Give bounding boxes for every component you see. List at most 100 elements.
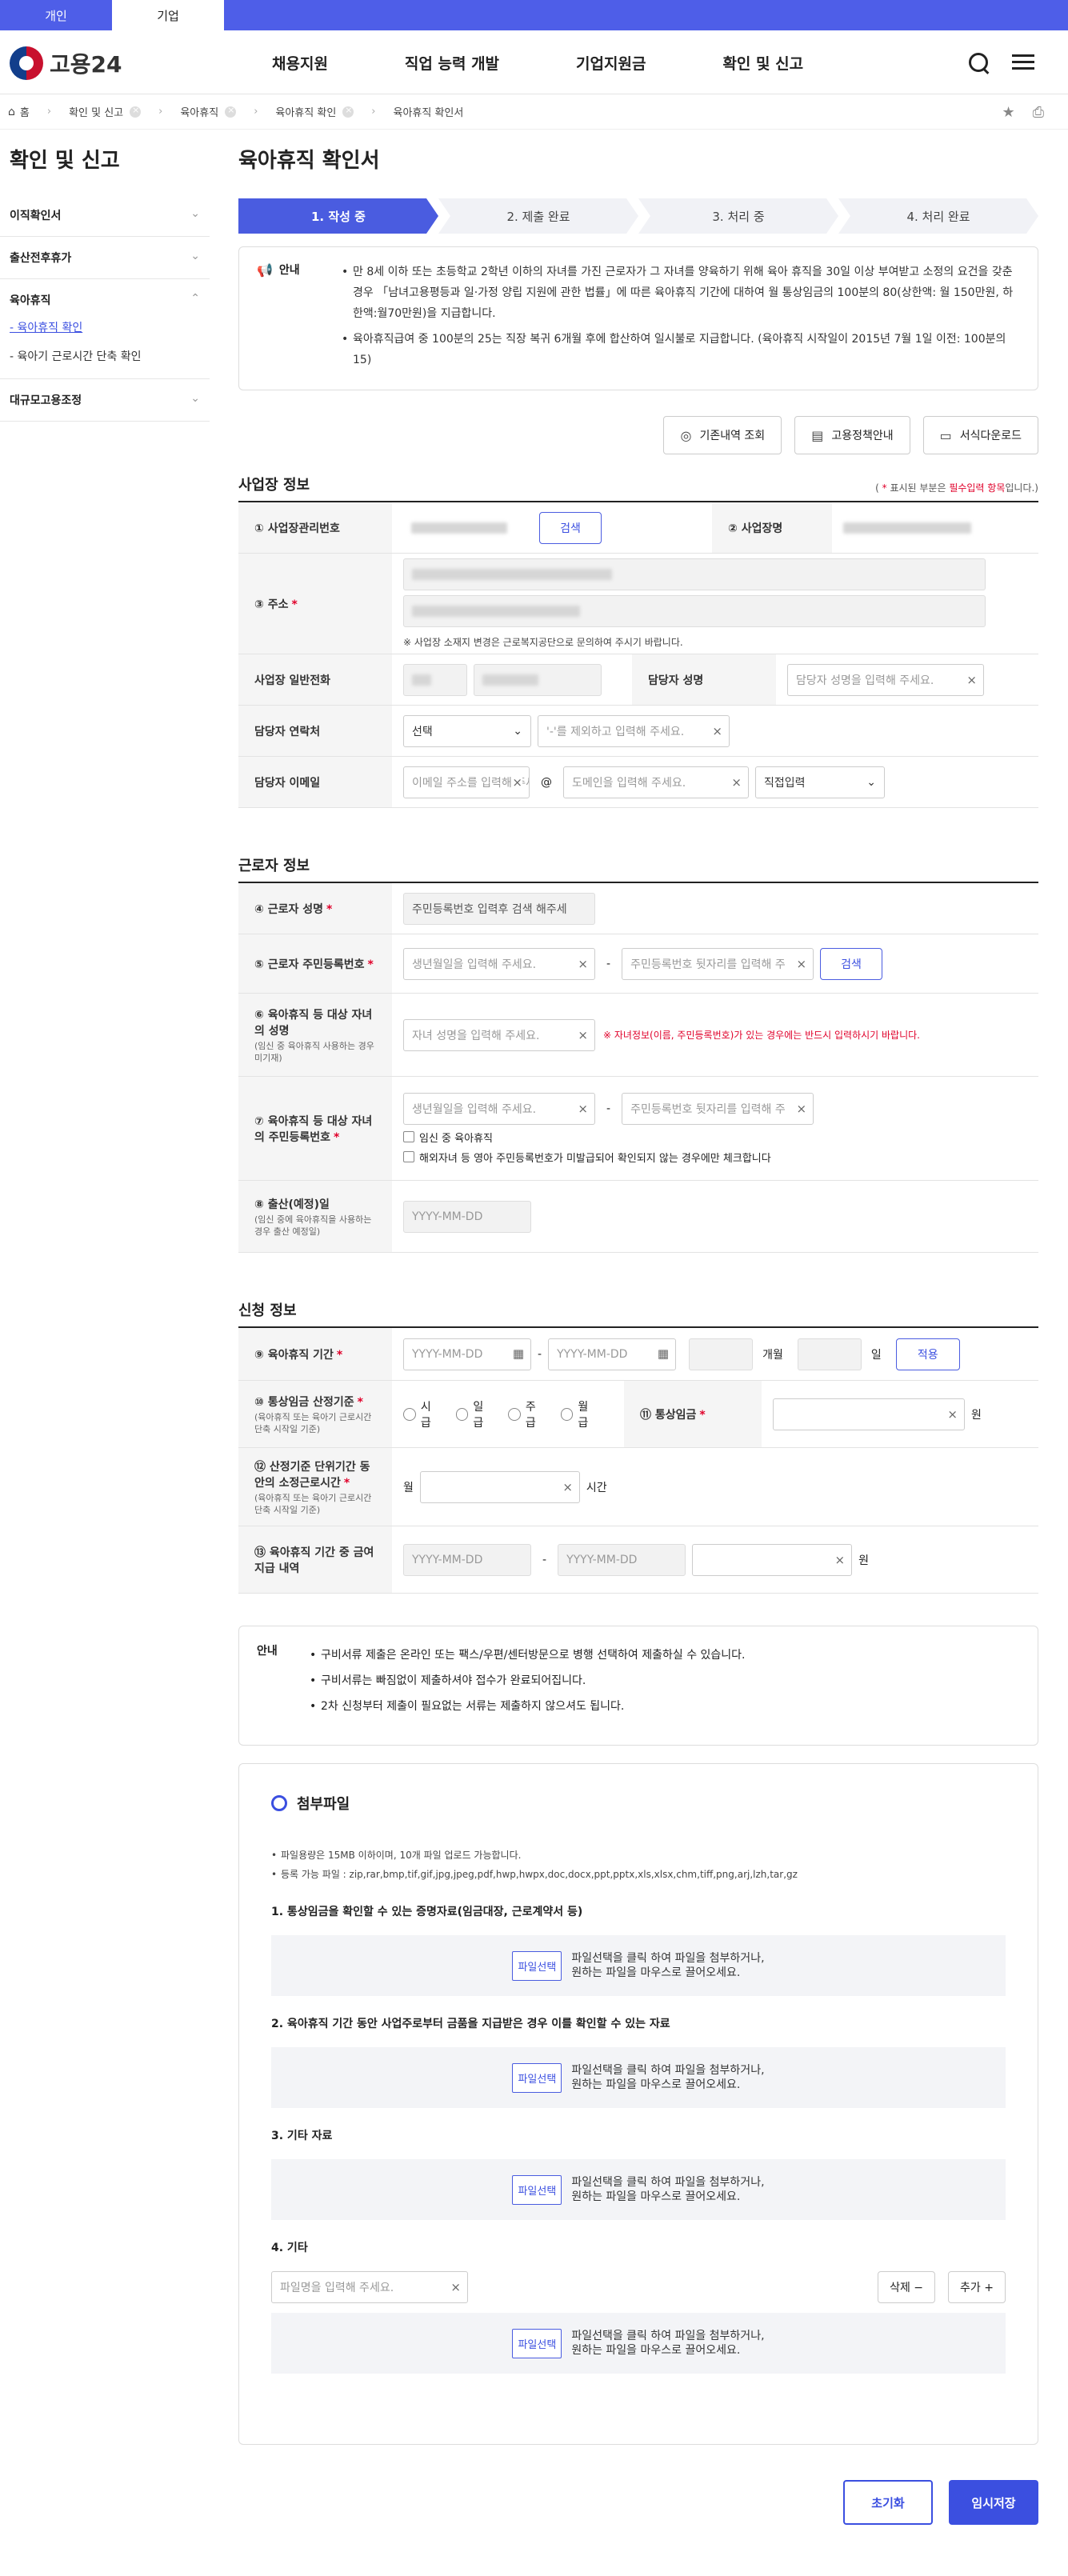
- breadcrumb-item[interactable]: 육아휴직 확인: [275, 104, 354, 119]
- logo-text: 고용24: [50, 51, 122, 78]
- person-search-icon: ◎: [680, 427, 692, 443]
- label-work-hours: ⑫ 산정기준 단위기간 동안의 소정근로시간 * (육아휴직 또는 육아기 근로시간…: [238, 1448, 392, 1526]
- search-icon[interactable]: [966, 50, 991, 75]
- file-dropzone[interactable]: 파일선택 파일선택을 클릭 하여 파일을 첨부하거나, 원하는 파일을 마우스로 …: [271, 1935, 1006, 1996]
- label-wage: ⑪ 통상임금 *: [624, 1381, 762, 1447]
- pregnancy-checkbox[interactable]: 임신 중 육아휴직: [403, 1130, 493, 1145]
- document-notice: 안내 구비서류 제출은 온라인 또는 팩스/우편/센터방문으로 병행 선택하여 …: [238, 1626, 1038, 1746]
- file-select-button[interactable]: 파일선택: [512, 2328, 562, 2358]
- email-domain-select[interactable]: 직접입력 ⌄: [755, 766, 885, 798]
- label-worker-name: ④ 근로자 성명 *: [238, 883, 392, 934]
- sidebar-title: 확인 및 신고: [10, 149, 120, 173]
- overseas-child-checkbox[interactable]: 해외자녀 등 영아 주민등록번호가 미발급되어 확인되지 않는 경우에만 체크합…: [403, 1150, 771, 1165]
- filename-input[interactable]: 파일명을 입력해 주세요. ×: [271, 2271, 468, 2303]
- download-button[interactable]: ▭ 서식다운로드: [922, 416, 1038, 454]
- file-dropzone[interactable]: 파일선택 파일선택을 클릭 하여 파일을 첨부하거나, 원하는 파일을 마우스로 …: [271, 2047, 1006, 2108]
- phone-prefix-select[interactable]: 선택 ⌄: [403, 714, 531, 747]
- label-child-rrn: ⑦ 육아휴직 등 대상 자녀의 주민등록번호 *: [238, 1077, 392, 1180]
- file-dropzone[interactable]: 파일선택 파일선택을 클릭 하여 파일을 첨부하거나, 원하는 파일을 마우스로 …: [271, 2313, 1006, 2374]
- label-due-date: ⑧ 출산(예정)일 (임신 중에 육아휴직을 사용하는 경우 출산 예정일): [238, 1181, 392, 1252]
- sidebar-item-maternity[interactable]: 출산전후휴가 ⌄: [0, 237, 210, 279]
- main-content: 육아휴직 확인서 1. 작성 중 2. 제출 완료 3. 처리 중 4. 처리 …: [238, 130, 1038, 2525]
- apply-period-button[interactable]: 적용: [895, 1338, 960, 1370]
- worker-rrn-back-input[interactable]: 주민등록번호 뒷자리를 입력해 주 ×: [622, 947, 814, 980]
- child-info-note: ※ 자녀정보(이름, 주민등록번호)가 있는 경우에는 반드시 입력하시기 바랍…: [603, 1030, 920, 1041]
- contact-name-input[interactable]: 담당자 성명을 입력해 주세요. ×: [787, 663, 984, 696]
- policy-button[interactable]: ▤ 고용정책안내: [794, 416, 910, 454]
- contact-phone-input[interactable]: '-'를 제외하고 입력해 주세요. ×: [538, 714, 730, 747]
- sidebar-item-separation[interactable]: 이직확인서 ⌄: [0, 194, 210, 237]
- radio-monthly[interactable]: 월급: [560, 1398, 599, 1430]
- site-logo[interactable]: 고용24: [10, 46, 122, 80]
- period-end-input[interactable]: YYYY-MM-DD ▦: [548, 1338, 677, 1370]
- label-worker-rrn: ⑤ 근로자 주민등록번호 *: [238, 934, 392, 993]
- clear-icon: ×: [578, 956, 588, 971]
- breadcrumb-current: 육아휴직 확인서: [393, 107, 464, 119]
- file-select-button[interactable]: 파일선택: [512, 2174, 562, 2205]
- add-file-button[interactable]: 추가 +: [948, 2271, 1006, 2303]
- reset-button[interactable]: 초기화: [843, 2480, 933, 2525]
- close-icon: [130, 105, 142, 118]
- breadcrumb: ⌂홈 › 확인 및 신고 › 육아휴직 › 육아휴직 확인 › 육아휴직 확인서…: [0, 94, 1068, 130]
- file-select-button[interactable]: 파일선택: [512, 2062, 562, 2093]
- period-start-input[interactable]: YYYY-MM-DD ▦: [403, 1338, 531, 1370]
- breadcrumb-home[interactable]: ⌂ 홈: [8, 104, 30, 120]
- child-birth-input[interactable]: 생년월일을 입력해 주세요. ×: [403, 1092, 595, 1125]
- file-select-button[interactable]: 파일선택: [512, 1950, 562, 1981]
- breadcrumb-item[interactable]: 육아휴직: [180, 104, 237, 119]
- work-hours-input[interactable]: ×: [419, 1470, 580, 1503]
- close-icon: [342, 105, 354, 118]
- nav-recruit[interactable]: 채용지원: [272, 52, 328, 74]
- tab-business[interactable]: 기업: [112, 0, 224, 30]
- radio-weekly[interactable]: 주급: [508, 1398, 546, 1430]
- delete-file-button[interactable]: 삭제 −: [878, 2271, 936, 2303]
- paid-start-input[interactable]: YYYY-MM-DD: [403, 1543, 531, 1576]
- calendar-icon: ▦: [512, 1346, 524, 1361]
- nav-report[interactable]: 확인 및 신고: [722, 52, 803, 74]
- wage-input[interactable]: ×: [773, 1398, 965, 1430]
- label-period: ⑨ 육아휴직 기간 *: [238, 1328, 392, 1380]
- clear-icon: ×: [450, 2280, 461, 2294]
- worker-search-button[interactable]: 검색: [820, 947, 883, 980]
- print-icon[interactable]: ⎙: [1033, 104, 1044, 121]
- label-phone: 사업장 일반전화: [238, 654, 392, 705]
- history-button[interactable]: ◎ 기존내역 조회: [663, 416, 782, 454]
- close-icon: [225, 105, 237, 118]
- due-date-input[interactable]: YYYY-MM-DD: [403, 1200, 531, 1233]
- step-writing: 1. 작성 중: [238, 198, 438, 234]
- sidebar-item-layoff[interactable]: 대규모고용조정 ⌄: [0, 379, 210, 422]
- nav-subsidy[interactable]: 기업지원금: [576, 52, 646, 74]
- star-icon[interactable]: ★: [1002, 104, 1014, 121]
- breadcrumb-item[interactable]: 확인 및 신고: [69, 104, 142, 119]
- mgmt-search-button[interactable]: 검색: [539, 511, 602, 544]
- address-line1: [403, 558, 986, 590]
- sidebar-sub-reduced-hours[interactable]: - 육아기 근로시간 단축 확인: [10, 342, 200, 370]
- tab-personal[interactable]: 개인: [0, 0, 112, 30]
- step-done: 4. 처리 완료: [838, 198, 1038, 234]
- temp-save-button[interactable]: 임시저장: [949, 2480, 1038, 2525]
- attach-section-title: 1. 통상임금을 확인할 수 있는 증명자료(임금대장, 근로계약서 등): [271, 1906, 583, 1918]
- paid-amount-input[interactable]: ×: [692, 1543, 853, 1576]
- paid-end-input[interactable]: YYYY-MM-DD: [558, 1543, 686, 1576]
- worker-birth-input[interactable]: 생년월일을 입력해 주세요. ×: [403, 947, 595, 980]
- nav-training[interactable]: 직업 능력 개발: [405, 52, 499, 74]
- menu-icon[interactable]: [1010, 50, 1036, 75]
- radio-daily[interactable]: 일급: [455, 1398, 494, 1430]
- sidebar-item-childcare[interactable]: 육아휴직 ⌃: [0, 279, 210, 313]
- label-mgmt-no: ① 사업장관리번호: [238, 502, 392, 553]
- child-rrn-back-input[interactable]: 주민등록번호 뒷자리를 입력해 주 ×: [622, 1092, 814, 1125]
- radio-hourly[interactable]: 시급: [403, 1398, 442, 1430]
- clear-icon: ×: [947, 1406, 958, 1422]
- email-id-input[interactable]: 이메일 주소를 입력해 주세요.×: [403, 766, 530, 798]
- label-contact-phone: 담당자 연락처: [238, 706, 392, 756]
- file-dropzone[interactable]: 파일선택 파일선택을 클릭 하여 파일을 첨부하거나, 원하는 파일을 마우스로 …: [271, 2159, 1006, 2220]
- notice-item: 육아휴직급여 중 100분의 25는 직장 복귀 6개월 후에 합산하여 일시불…: [342, 329, 1022, 370]
- phone-number: [474, 663, 602, 696]
- clear-icon: ×: [712, 723, 722, 738]
- email-domain-input[interactable]: 도메인을 입력해 주세요. ×: [563, 766, 749, 798]
- chevron-up-icon: ⌃: [190, 292, 200, 305]
- sidebar-sub-leave-confirm[interactable]: - 육아휴직 확인: [10, 313, 200, 342]
- address-line2: [403, 595, 986, 627]
- workplace-name-value: [843, 522, 971, 534]
- child-name-input[interactable]: 자녀 성명을 입력해 주세요. ×: [403, 1018, 595, 1051]
